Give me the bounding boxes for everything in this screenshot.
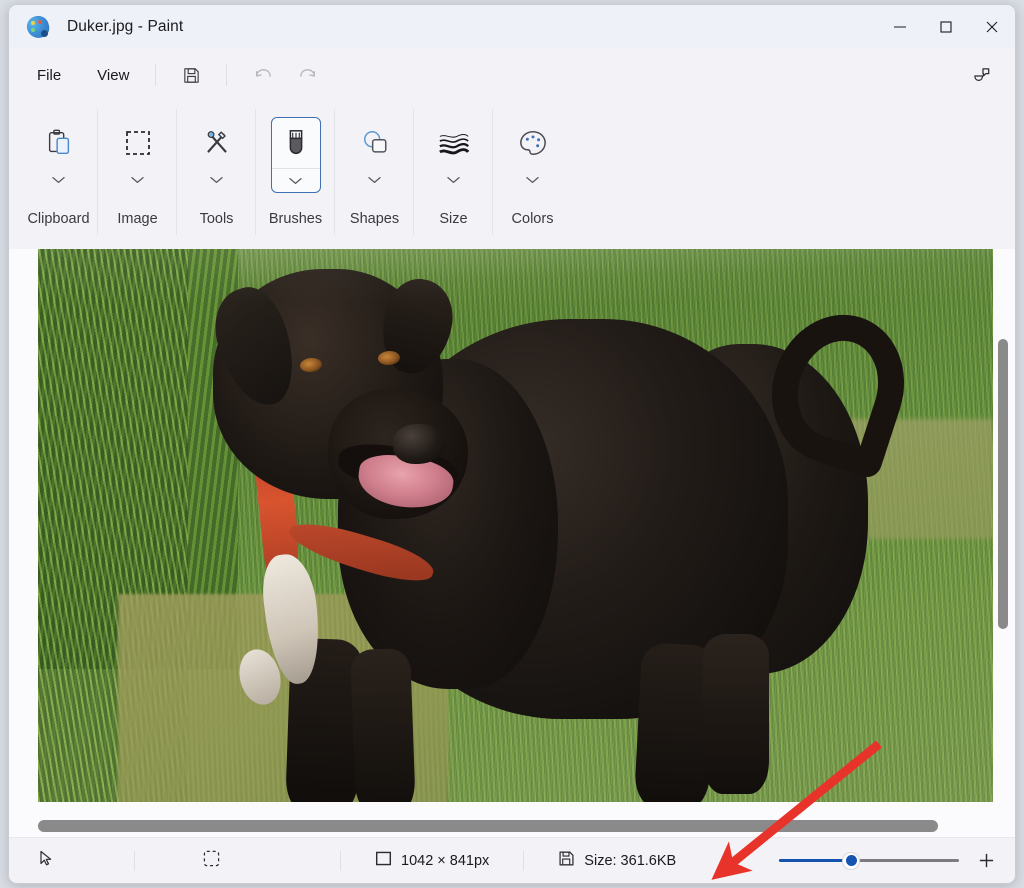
image-dimensions[interactable]: 1042 × 841px [367, 846, 497, 875]
title-bar: Duker.jpg - Paint [9, 5, 1015, 49]
maximize-icon[interactable] [923, 5, 969, 49]
color-palette-icon [518, 118, 548, 168]
minimize-icon[interactable] [877, 5, 923, 49]
zoom-controls [779, 848, 999, 874]
chevron-down-icon[interactable] [114, 168, 162, 192]
file-size-text: Size: 361.6KB [584, 853, 676, 869]
dog-subject [38, 249, 993, 802]
brushes-button[interactable] [271, 117, 321, 193]
selection-rect-icon [124, 118, 152, 168]
ribbon-group-size: Size [414, 101, 493, 249]
status-bar: 1042 × 841px Size: 361.6KB [9, 837, 1015, 883]
ribbon-toolbar: Clipboard Image [9, 101, 1015, 249]
window-title: Duker.jpg - Paint [67, 18, 183, 36]
paint-window: Duker.jpg - Paint File View [8, 4, 1016, 884]
menu-file[interactable]: File [23, 61, 75, 90]
zoom-in-button[interactable] [973, 848, 999, 874]
chevron-down-icon[interactable] [351, 168, 399, 192]
size-button[interactable] [429, 117, 479, 193]
image-canvas[interactable] [38, 249, 993, 802]
redo-icon[interactable] [289, 59, 327, 91]
menu-view[interactable]: View [83, 61, 143, 90]
menu-bar: File View [9, 49, 1015, 101]
ribbon-group-clipboard: Clipboard [19, 101, 98, 249]
status-divider-2 [340, 851, 341, 871]
size-lines-icon [438, 118, 470, 168]
canvas-size-icon [375, 850, 392, 871]
chevron-down-icon[interactable] [35, 168, 83, 192]
ribbon-group-tools: Tools [177, 101, 256, 249]
dog-hind-leg-2 [703, 634, 769, 794]
ribbon-label-brushes: Brushes [269, 211, 322, 227]
brush-icon [282, 118, 310, 168]
paint-palette-icon [27, 16, 49, 38]
image-dimensions-text: 1042 × 841px [401, 853, 489, 869]
save-icon [558, 850, 575, 871]
zoom-slider-thumb[interactable] [842, 852, 860, 870]
tools-button[interactable] [192, 117, 242, 193]
clipboard-icon [44, 118, 74, 168]
zoom-slider-fill [779, 859, 851, 862]
clipboard-button[interactable] [34, 117, 84, 193]
menu-divider-2 [226, 64, 227, 86]
save-icon[interactable] [172, 59, 210, 91]
selection-size-indicator[interactable] [195, 846, 228, 875]
ribbon-label-clipboard: Clipboard [27, 211, 89, 227]
copilot-icon[interactable] [963, 58, 1001, 92]
horizontal-scrollbar-thumb[interactable] [38, 820, 938, 832]
canvas-area[interactable] [9, 249, 1015, 837]
close-icon[interactable] [969, 5, 1015, 49]
ribbon-group-brushes: Brushes [256, 101, 335, 249]
ribbon-group-shapes: Shapes [335, 101, 414, 249]
shapes-icon [360, 118, 390, 168]
shapes-button[interactable] [350, 117, 400, 193]
cursor-position-indicator[interactable] [31, 846, 62, 875]
vertical-scrollbar-thumb[interactable] [998, 339, 1008, 629]
dog-front-leg-2 [350, 648, 416, 802]
ribbon-group-colors: Colors [493, 101, 572, 249]
zoom-slider[interactable] [779, 852, 959, 870]
file-size-indicator[interactable]: Size: 361.6KB [550, 846, 684, 875]
cursor-arrow-icon [39, 850, 54, 871]
ribbon-label-image: Image [117, 211, 157, 227]
ribbon-group-image: Image [98, 101, 177, 249]
chevron-down-icon[interactable] [430, 168, 478, 192]
horizontal-scrollbar-row [9, 815, 1015, 837]
chevron-down-icon[interactable] [509, 168, 557, 192]
vertical-scrollbar[interactable] [996, 255, 1010, 795]
ribbon-label-colors: Colors [512, 211, 554, 227]
horizontal-scrollbar[interactable] [38, 820, 938, 832]
ribbon-label-shapes: Shapes [350, 211, 399, 227]
ribbon-label-tools: Tools [200, 211, 234, 227]
selection-dashed-icon [203, 850, 220, 871]
status-divider-3 [523, 851, 524, 871]
status-divider-1 [134, 851, 135, 871]
colors-button[interactable] [508, 117, 558, 193]
window-controls [877, 5, 1015, 49]
pencil-eyedropper-icon [202, 118, 232, 168]
image-button[interactable] [113, 117, 163, 193]
menu-divider-1 [155, 64, 156, 86]
chevron-down-icon[interactable] [272, 168, 320, 192]
undo-icon[interactable] [243, 59, 281, 91]
ribbon-label-size: Size [439, 211, 467, 227]
chevron-down-icon[interactable] [193, 168, 241, 192]
